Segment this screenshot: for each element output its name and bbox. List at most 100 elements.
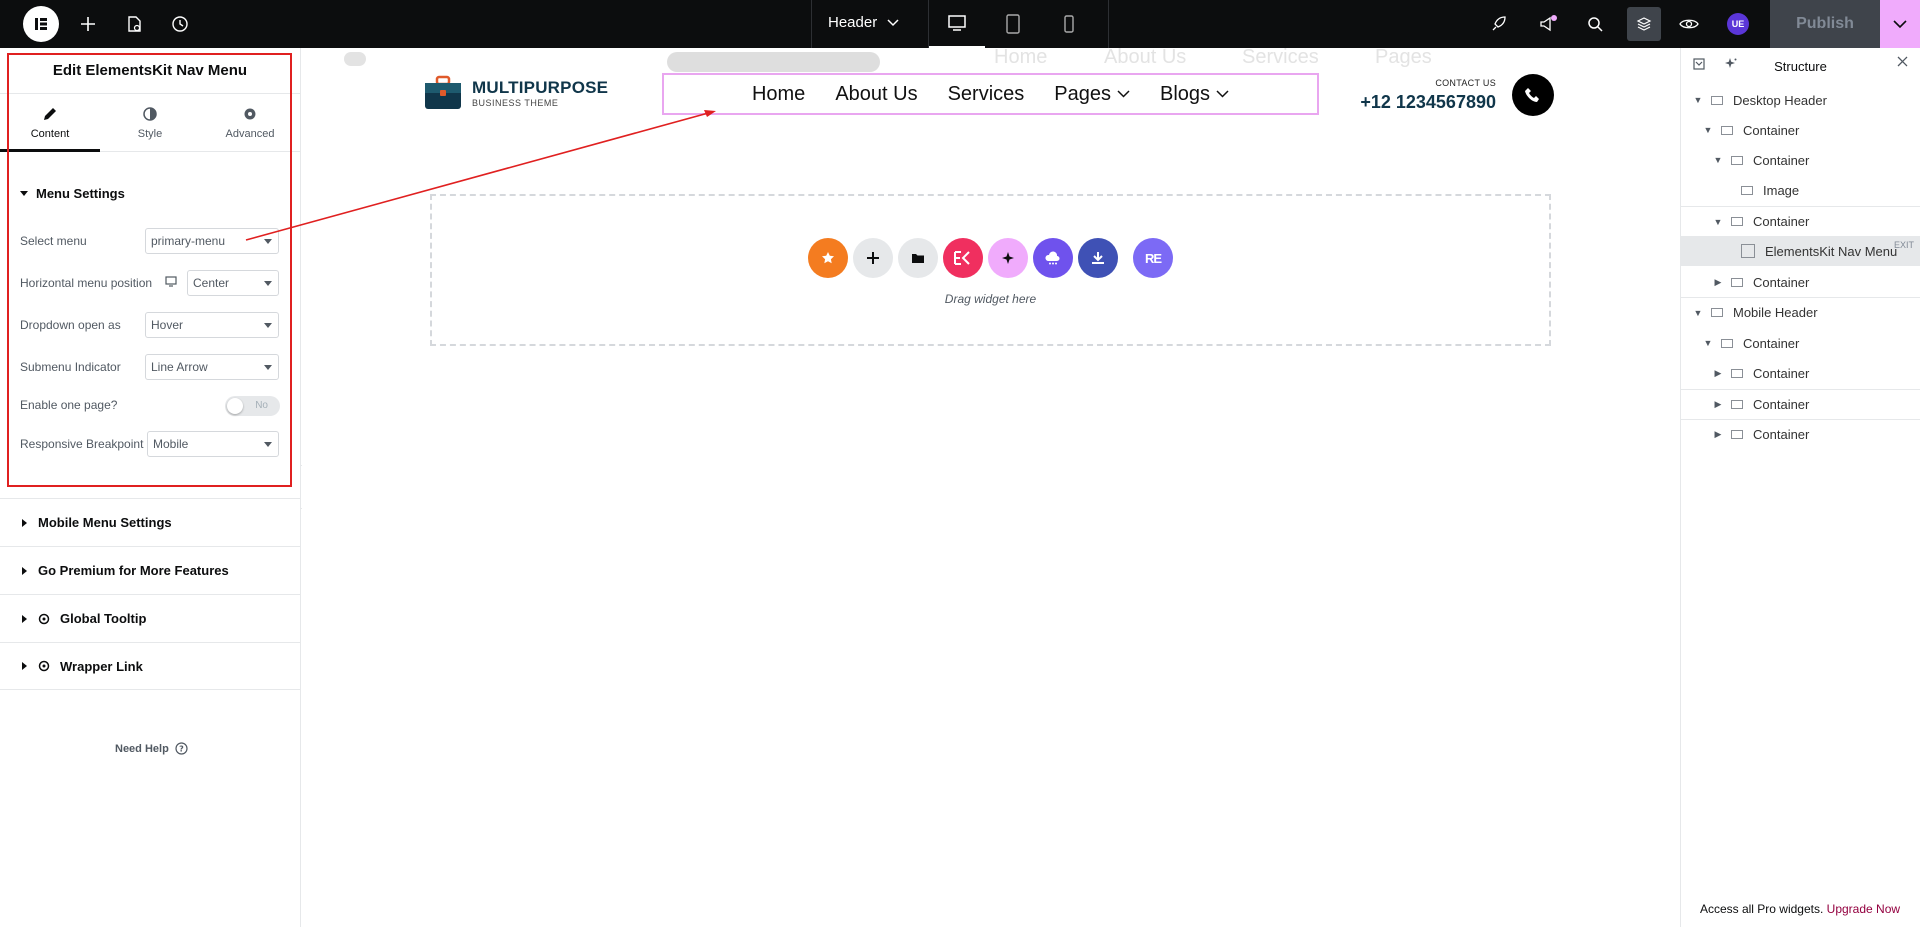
- structure-node[interactable]: ▶ Container: [1681, 389, 1920, 419]
- publish-button[interactable]: Publish: [1770, 0, 1880, 48]
- elementskit-button[interactable]: [943, 238, 983, 278]
- elementskit-logo-icon: [954, 251, 970, 265]
- caret-right-icon[interactable]: ▶: [1713, 277, 1723, 288]
- nav-label: Services: [947, 82, 1025, 105]
- elementskit-badge-icon: [38, 660, 50, 672]
- drag-widget-hint: Drag widget here: [944, 292, 1037, 306]
- container-icon: [1721, 338, 1733, 348]
- ai-button[interactable]: [988, 238, 1028, 278]
- sticky-header-ghost: Home About Us Services Pages: [302, 48, 1680, 72]
- royal-elementor-button[interactable]: RE: [1133, 238, 1173, 278]
- caret-right-icon: [22, 662, 27, 670]
- image-icon: [1741, 185, 1753, 195]
- accordion-wrapper-link[interactable]: Wrapper Link: [0, 642, 301, 690]
- history-icon[interactable]: [168, 12, 192, 36]
- elementor-logo-icon[interactable]: [23, 6, 59, 42]
- caret-right-icon: [22, 566, 27, 575]
- upgrade-now-link[interactable]: Upgrade Now: [1827, 902, 1900, 916]
- structure-node-label: Container: [1743, 335, 1800, 351]
- preview-canvas: Home About Us Services Pages MULTIPURPOS…: [302, 48, 1680, 927]
- rocket-icon[interactable]: [1487, 12, 1511, 36]
- add-element-icon[interactable]: [76, 12, 100, 36]
- publish-options-chevron-icon[interactable]: [1880, 0, 1920, 48]
- structure-node[interactable]: ▼ Container: [1681, 328, 1920, 358]
- structure-node[interactable]: ▼ Container: [1681, 115, 1920, 145]
- structure-node-label: Container: [1753, 397, 1810, 412]
- contact-label: CONTACT US: [1435, 78, 1496, 88]
- need-help-link[interactable]: Need Help ?: [115, 742, 188, 755]
- nav-item-blogs[interactable]: Blogs: [1145, 83, 1244, 106]
- ai-sparkle-icon[interactable]: [1724, 57, 1738, 71]
- favorite-widget-button[interactable]: [808, 238, 848, 278]
- ghost-logo: [344, 52, 366, 66]
- caret-right-icon[interactable]: ▶: [1713, 368, 1723, 379]
- caret-down-icon[interactable]: ▼: [1703, 338, 1713, 348]
- user-avatar[interactable]: UE: [1727, 13, 1749, 35]
- nav-label: Home: [751, 82, 806, 105]
- svg-text:?: ?: [179, 745, 184, 754]
- tablet-view-icon[interactable]: [985, 0, 1041, 48]
- ghost-nav-item: Pages: [1375, 48, 1432, 68]
- structure-node[interactable]: Image: [1681, 175, 1920, 205]
- accordion-global-tooltip[interactable]: Global Tooltip: [0, 594, 301, 642]
- exit-label[interactable]: EXIT: [1894, 240, 1914, 250]
- container-icon: [1711, 308, 1723, 317]
- structure-node[interactable]: ▶ Container: [1681, 267, 1920, 297]
- site-logo[interactable]: MULTIPURPOSE BUSINESS THEME: [424, 75, 608, 111]
- caret-down-icon[interactable]: ▼: [1703, 125, 1713, 135]
- structure-node-label: Mobile Header: [1733, 305, 1818, 320]
- structure-node-label: Image: [1763, 182, 1800, 198]
- structure-node[interactable]: ▶ Container: [1681, 419, 1920, 449]
- container-icon: [1731, 217, 1743, 226]
- nav-item-pages[interactable]: Pages: [1039, 83, 1145, 106]
- contact-number[interactable]: +12 1234567890: [1354, 92, 1496, 113]
- mobile-view-icon[interactable]: [1041, 0, 1097, 48]
- caret-right-icon[interactable]: ▶: [1713, 399, 1723, 410]
- structure-node[interactable]: ▼ Desktop Header: [1681, 85, 1920, 115]
- caret-down-icon[interactable]: ▼: [1693, 308, 1703, 318]
- collapse-all-icon[interactable]: [1693, 58, 1705, 70]
- structure-node[interactable]: ▼ Container: [1681, 206, 1920, 236]
- elementskit-nav-menu[interactable]: Home About Us Services Pages Blogs: [662, 73, 1319, 115]
- accordion-go-premium[interactable]: Go Premium for More Features: [0, 546, 301, 594]
- caret-right-icon[interactable]: ▶: [1713, 429, 1723, 440]
- caret-down-icon[interactable]: ▼: [1713, 217, 1723, 227]
- document-title-dropdown[interactable]: Header: [828, 14, 899, 31]
- nav-item-home[interactable]: Home: [737, 83, 820, 106]
- accordion-label: Global Tooltip: [60, 611, 147, 626]
- upgrade-banner: Access all Pro widgets. Upgrade Now: [1680, 902, 1920, 916]
- top-bar: Header UE Publish: [0, 0, 1920, 48]
- plus-icon: [867, 252, 879, 264]
- template-library-button[interactable]: [898, 238, 938, 278]
- close-icon[interactable]: [1897, 56, 1908, 67]
- announcements-icon[interactable]: [1536, 12, 1560, 36]
- ghost-nav-item: Services: [1242, 48, 1319, 68]
- structure-node[interactable]: ▶ Container: [1681, 358, 1920, 388]
- caret-down-icon[interactable]: ▼: [1713, 155, 1723, 165]
- sparkle-icon: [1002, 252, 1014, 264]
- help-circle-icon: ?: [175, 742, 188, 755]
- widget-buttons-row: RE: [808, 238, 1173, 278]
- phone-icon[interactable]: [1512, 74, 1554, 116]
- ghost-pill: [667, 52, 880, 72]
- add-section-button[interactable]: [853, 238, 893, 278]
- caret-down-icon[interactable]: ▼: [1693, 95, 1703, 105]
- container-icon: [1731, 277, 1743, 287]
- cloud-button[interactable]: [1033, 238, 1073, 278]
- download-button[interactable]: [1078, 238, 1118, 278]
- widget-drop-zone[interactable]: RE Drag widget here: [430, 194, 1551, 346]
- structure-layers-icon[interactable]: [1627, 7, 1661, 41]
- structure-node[interactable]: ElementsKit Nav Menu EXIT: [1681, 236, 1920, 266]
- preview-eye-icon[interactable]: [1677, 12, 1701, 36]
- structure-node-label: Container: [1753, 274, 1810, 290]
- nav-menu-icon: [1741, 244, 1755, 258]
- desktop-view-icon[interactable]: [929, 0, 985, 48]
- nav-item-services[interactable]: Services: [933, 83, 1040, 106]
- nav-item-about-us[interactable]: About Us: [820, 83, 932, 106]
- search-icon[interactable]: [1583, 12, 1607, 36]
- accordion-mobile-menu-settings[interactable]: Mobile Menu Settings: [0, 498, 301, 546]
- page-settings-icon[interactable]: [122, 12, 146, 36]
- structure-node[interactable]: ▼ Mobile Header: [1681, 297, 1920, 327]
- re-logo-icon: RE: [1144, 250, 1162, 266]
- structure-node[interactable]: ▼ Container: [1681, 145, 1920, 175]
